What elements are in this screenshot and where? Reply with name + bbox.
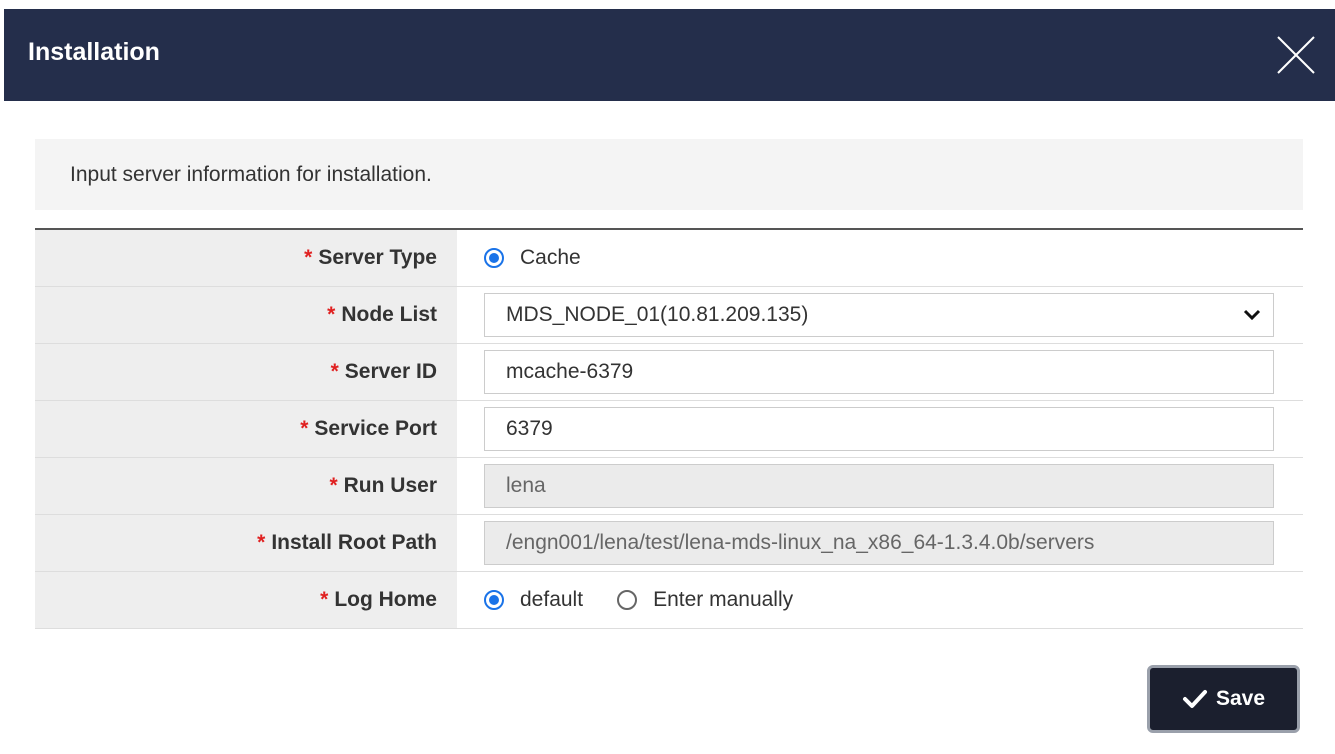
row-log-home: * Log Home default Enter manually	[35, 572, 1303, 629]
radio-label-cache: Cache	[520, 246, 581, 269]
server-type-label: * Server Type	[304, 246, 437, 269]
installation-dialog: Installation Input server information fo…	[4, 9, 1335, 754]
value-cell: mcache-6379	[457, 344, 1303, 400]
radio-label-default: default	[520, 588, 584, 611]
dialog-header: Installation	[4, 9, 1335, 101]
required-mark: *	[320, 588, 329, 611]
label-cell: * Log Home	[35, 572, 457, 628]
close-icon	[1277, 36, 1315, 74]
install-root-path-label: * Install Root Path	[257, 531, 437, 554]
log-home-radio-manual[interactable]	[617, 590, 638, 610]
run-user-label: * Run User	[329, 474, 437, 497]
required-mark: *	[257, 531, 266, 554]
row-node-list: * Node List MDS_NODE_01(10.81.209.135)	[35, 287, 1303, 344]
log-home-label: * Log Home	[320, 588, 437, 611]
label-cell: * Service Port	[35, 401, 457, 457]
value-cell: 6379	[457, 401, 1303, 457]
value-cell: MDS_NODE_01(10.81.209.135)	[457, 287, 1303, 343]
log-home-radio-default[interactable]	[484, 590, 504, 610]
server-id-input[interactable]: mcache-6379	[484, 350, 1274, 394]
radio-label-manual: Enter manually	[653, 588, 794, 611]
info-banner: Input server information for installatio…	[35, 139, 1303, 210]
label-cell: * Node List	[35, 287, 457, 343]
install-root-path-value: /engn001/lena/test/lena-mds-linux_na_x86…	[506, 531, 1095, 554]
chevron-down-icon	[1243, 309, 1261, 321]
server-id-value: mcache-6379	[506, 360, 634, 383]
server-type-radio-group: Cache	[484, 246, 615, 270]
label-cell: * Install Root Path	[35, 515, 457, 571]
server-type-radio-cache[interactable]	[484, 248, 504, 268]
value-cell: default Enter manually	[457, 572, 1303, 628]
value-cell: Cache	[457, 230, 1303, 286]
row-server-id: * Server ID mcache-6379	[35, 344, 1303, 401]
service-port-value: 6379	[506, 417, 553, 440]
save-button[interactable]: Save	[1147, 665, 1300, 733]
value-cell: /engn001/lena/test/lena-mds-linux_na_x86…	[457, 515, 1303, 571]
required-mark: *	[330, 360, 339, 383]
label-cell: * Server ID	[35, 344, 457, 400]
run-user-input: lena	[484, 464, 1274, 508]
row-install-root-path: * Install Root Path /engn001/lena/test/le…	[35, 515, 1303, 572]
install-root-path-input: /engn001/lena/test/lena-mds-linux_na_x86…	[484, 521, 1274, 565]
service-port-input[interactable]: 6379	[484, 407, 1274, 451]
close-button[interactable]	[1274, 33, 1318, 77]
node-list-select[interactable]: MDS_NODE_01(10.81.209.135)	[484, 293, 1274, 337]
label-cell: * Run User	[35, 458, 457, 514]
check-icon	[1182, 690, 1207, 708]
value-cell: lena	[457, 458, 1303, 514]
row-service-port: * Service Port 6379	[35, 401, 1303, 458]
installation-form: * Server Type Cache * Node List MDS_NODE_0…	[35, 228, 1303, 629]
required-mark: *	[329, 474, 338, 497]
label-cell: * Server Type	[35, 230, 457, 286]
node-list-value: MDS_NODE_01(10.81.209.135)	[506, 303, 809, 326]
service-port-label: * Service Port	[300, 417, 437, 440]
dialog-title: Installation	[28, 38, 160, 66]
required-mark: *	[304, 246, 313, 269]
row-run-user: * Run User lena	[35, 458, 1303, 515]
required-mark: *	[300, 417, 309, 440]
server-id-label: * Server ID	[330, 360, 437, 383]
log-home-radio-group: default Enter manually	[484, 588, 827, 612]
run-user-value: lena	[506, 474, 546, 497]
info-text: Input server information for installatio…	[70, 163, 432, 186]
save-label: Save	[1215, 687, 1266, 710]
row-server-type: * Server Type Cache	[35, 230, 1303, 287]
required-mark: *	[327, 303, 336, 326]
node-list-label: * Node List	[327, 303, 437, 326]
